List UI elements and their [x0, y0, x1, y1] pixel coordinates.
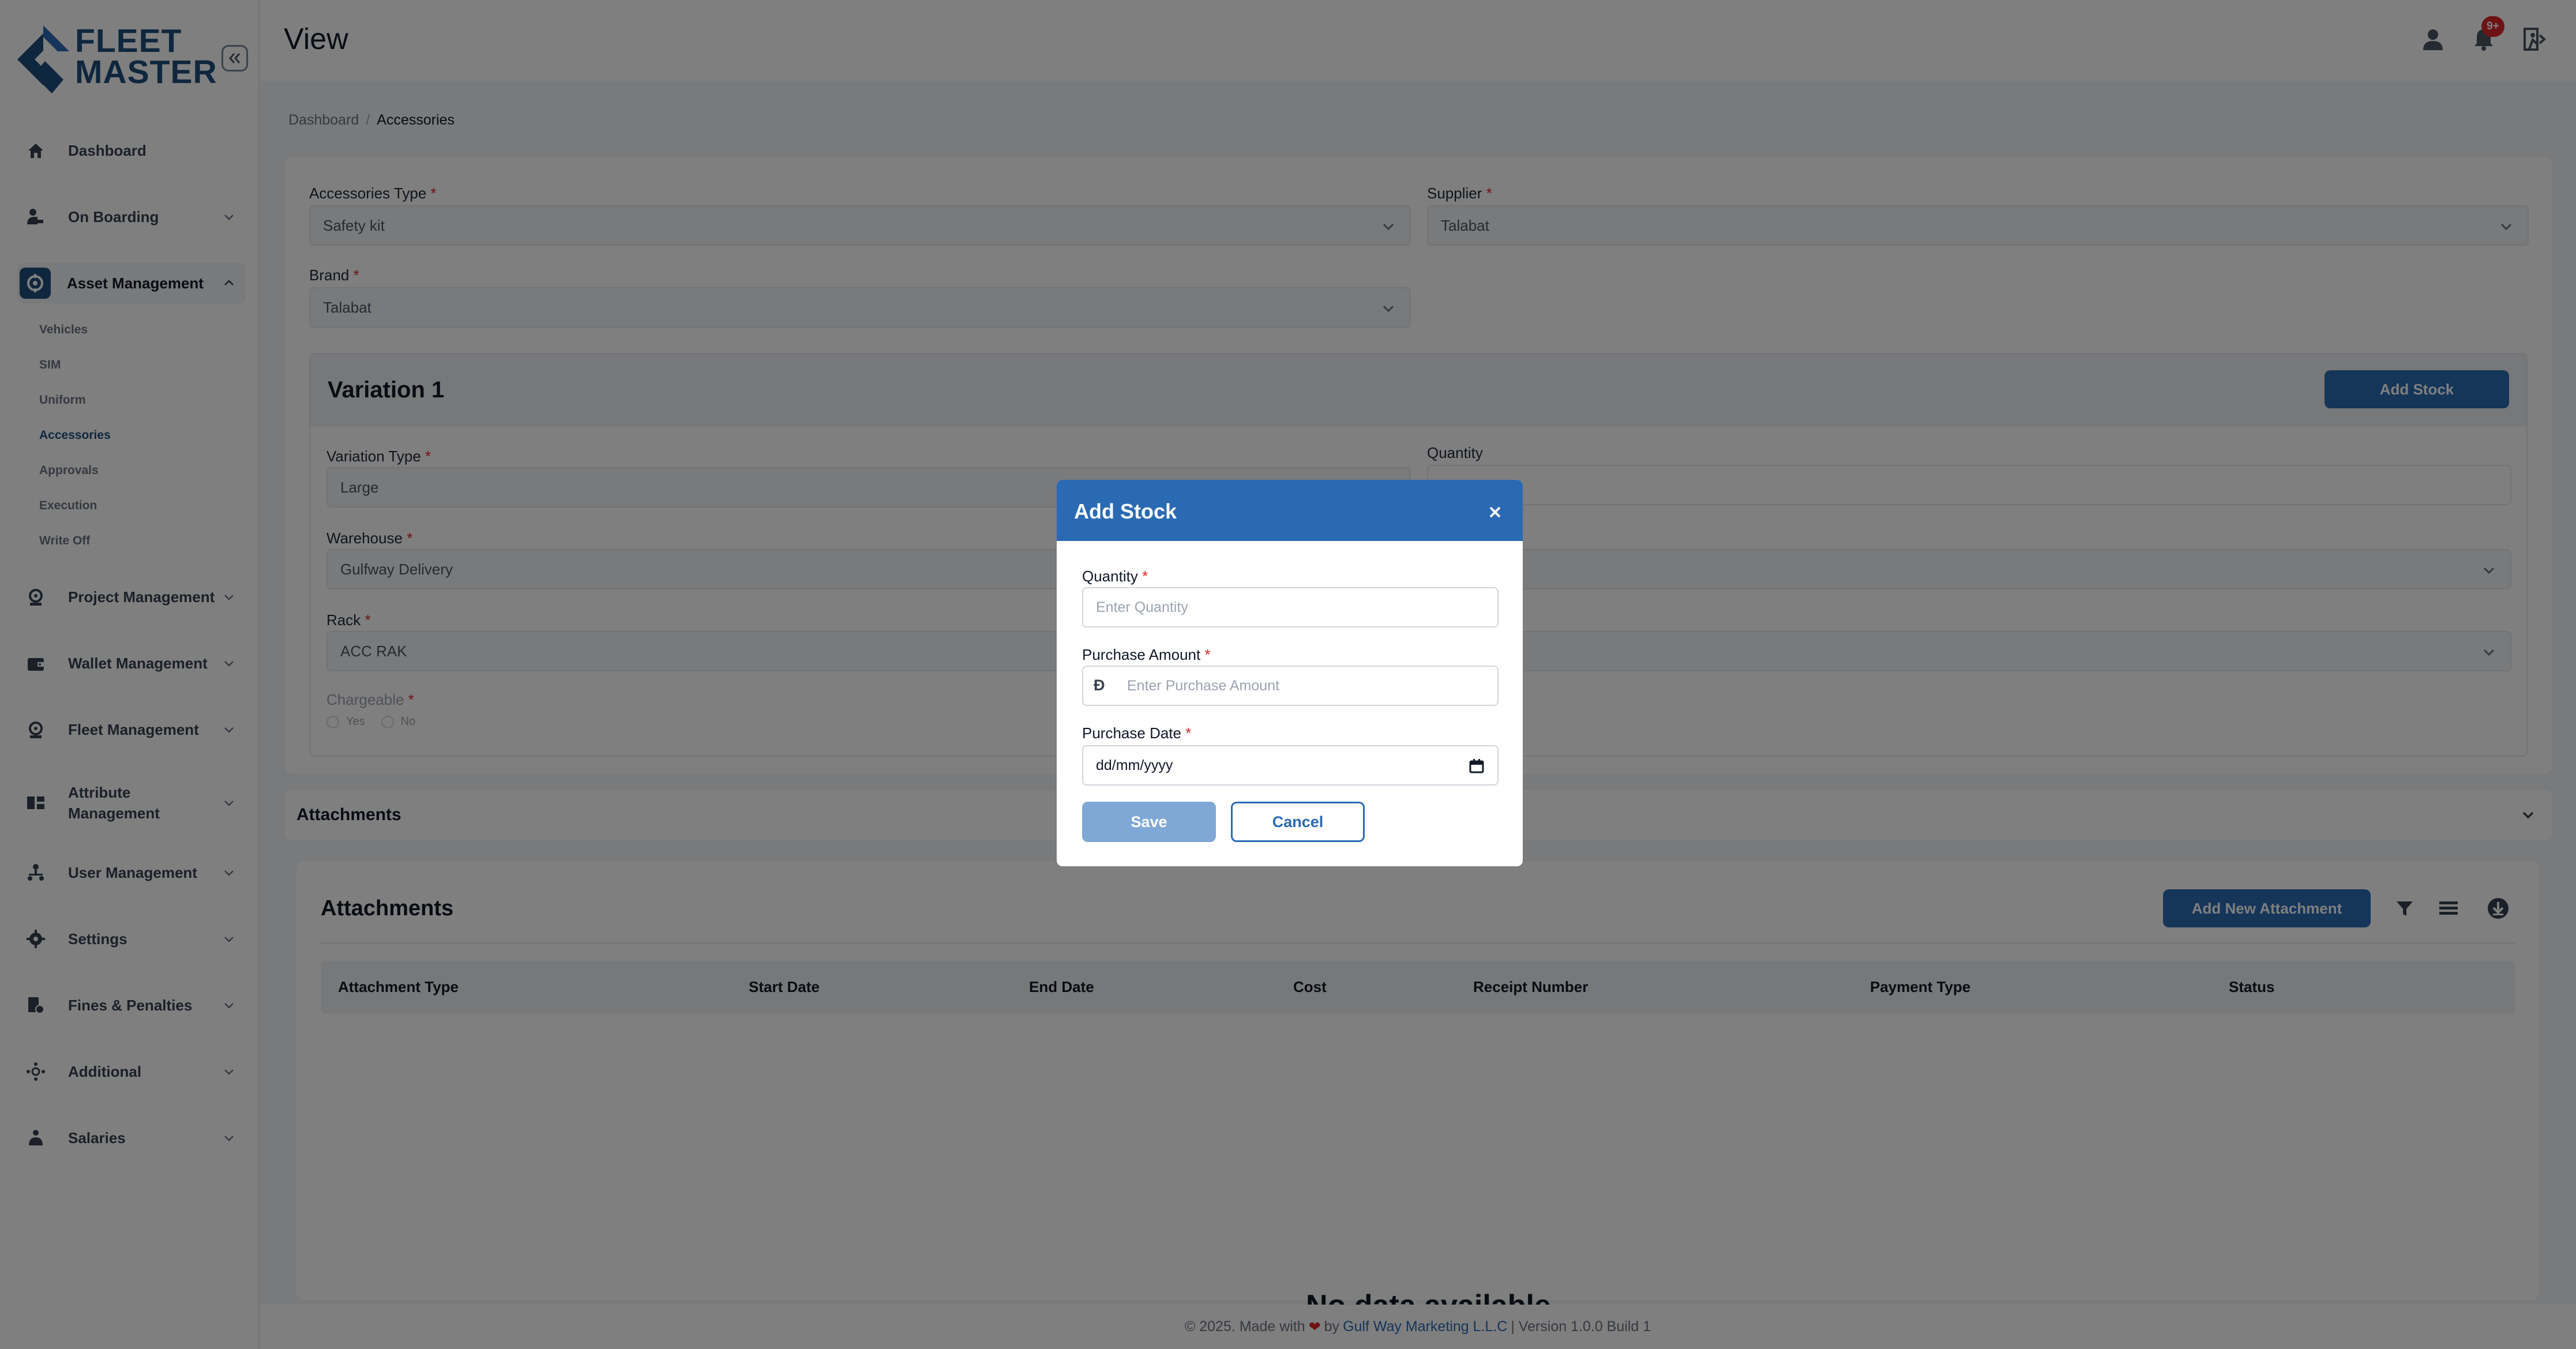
close-icon[interactable]: [1484, 501, 1507, 524]
modal-header: Add Stock: [1057, 480, 1523, 541]
calendar-icon[interactable]: [1469, 758, 1485, 774]
modal-purchase-amount-label: Purchase Amount *: [1082, 646, 1211, 663]
currency-dirham-icon: Ð: [1094, 677, 1105, 694]
modal-purchase-date-label: Purchase Date *: [1082, 724, 1192, 742]
modal-purchase-amount-input[interactable]: [1082, 666, 1499, 706]
date-placeholder: dd/mm/yyyy: [1096, 757, 1173, 773]
cancel-button[interactable]: Cancel: [1231, 802, 1365, 842]
add-stock-modal: Add Stock Quantity * Purchase Amount * Ð…: [1057, 480, 1523, 866]
modal-purchase-date-input[interactable]: dd/mm/yyyy: [1082, 745, 1499, 786]
modal-title: Add Stock: [1074, 499, 1177, 523]
modal-quantity-label: Quantity *: [1082, 568, 1148, 585]
save-button[interactable]: Save: [1082, 802, 1216, 842]
modal-quantity-input[interactable]: [1082, 587, 1499, 627]
